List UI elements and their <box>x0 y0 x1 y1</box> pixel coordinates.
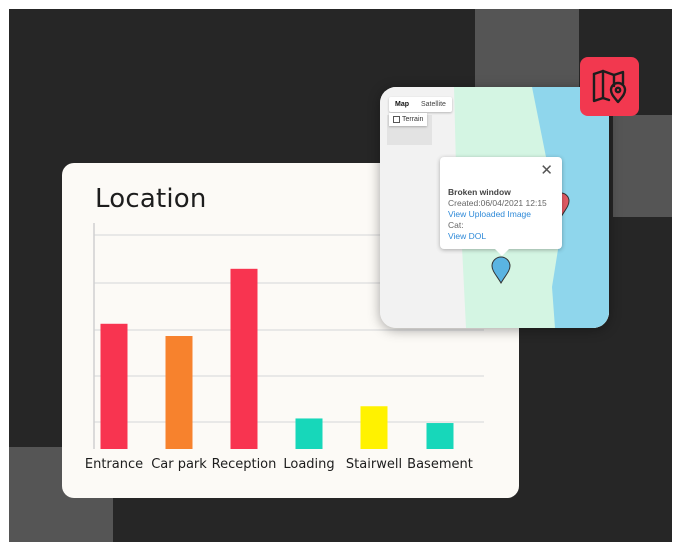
decorative-block <box>475 9 579 95</box>
map-pin-icon[interactable] <box>491 256 511 284</box>
checkbox-icon <box>393 116 400 123</box>
popup-cat: Cat: <box>448 220 464 230</box>
terrain-label: Terrain <box>402 116 424 123</box>
map-type-satellite-button[interactable]: Satellite <box>415 97 452 112</box>
x-tick-label: Car park <box>151 457 207 472</box>
bar-reception <box>230 268 258 449</box>
x-tick-label: Entrance <box>84 457 144 472</box>
chart-title: Location <box>95 184 207 214</box>
map-view[interactable]: Map Satellite Terrain ✕ Broken window Cr… <box>380 87 609 328</box>
x-tick-label: Stairwell <box>345 457 403 472</box>
bar-loading <box>295 418 323 449</box>
x-tick-label: Basement <box>407 457 473 472</box>
x-tick-label: Loading <box>283 457 335 472</box>
view-dol-link[interactable]: View DOL <box>448 231 547 242</box>
bar-entrance <box>100 323 128 449</box>
popup-title: Broken window <box>448 187 511 197</box>
bar-stairwell <box>360 406 388 449</box>
map-type-control: Map Satellite <box>389 97 452 112</box>
info-window: ✕ Broken window Created:06/04/2021 12:15… <box>440 157 562 256</box>
terrain-checkbox[interactable]: Terrain <box>389 113 428 126</box>
bar-car-park <box>165 336 193 449</box>
map-pin-icon <box>592 69 626 103</box>
map-type-map-button[interactable]: Map <box>389 97 415 112</box>
decorative-block <box>613 115 672 217</box>
map-button[interactable] <box>580 57 639 116</box>
bar-basement <box>426 423 454 449</box>
popup-created: Created:06/04/2021 12:15 <box>448 198 547 208</box>
close-icon[interactable]: ✕ <box>540 163 553 178</box>
view-uploaded-image-link[interactable]: View Uploaded Image <box>448 209 547 220</box>
x-tick-label: Reception <box>211 457 277 472</box>
